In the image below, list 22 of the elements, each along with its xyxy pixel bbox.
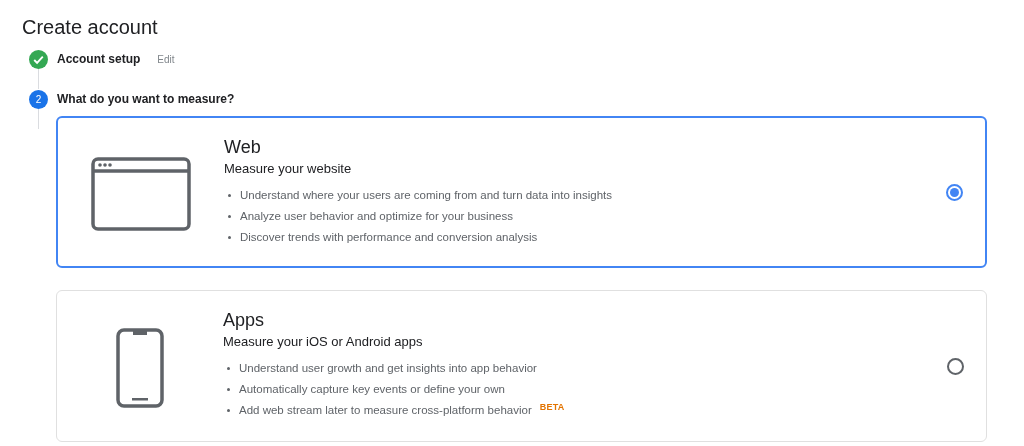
option-subtitle: Measure your iOS or Android apps bbox=[223, 333, 424, 351]
browser-window-icon bbox=[91, 157, 191, 231]
option-subtitle: Measure your website bbox=[224, 160, 353, 178]
option-title: Apps bbox=[223, 309, 266, 331]
step-label: What do you want to measure? bbox=[57, 91, 235, 108]
bullet-text: Analyze user behavior and optimize for your business bbox=[240, 209, 513, 224]
bullet-text: Automatically capture key events or define your own bbox=[239, 382, 505, 397]
bullet-text: Add web stream later to measure cross-platform behavior bbox=[239, 403, 532, 418]
beta-label: BETA bbox=[539, 401, 565, 414]
bullet-text: Discover trends with performance and conversion analysis bbox=[240, 230, 538, 245]
bullet-text: Understand user growth and get insights into app behavior bbox=[239, 361, 537, 376]
step-number: 2 bbox=[29, 89, 48, 109]
radio-button[interactable] bbox=[946, 183, 963, 201]
option-card[interactable] bbox=[56, 116, 987, 268]
option-title: Web bbox=[224, 136, 262, 158]
bullet-text: Understand where your users are coming from and turn data into insights bbox=[240, 188, 613, 203]
step-label: Account setup bbox=[57, 51, 141, 68]
check-circle-icon bbox=[29, 49, 48, 69]
edit-link[interactable]: Edit bbox=[157, 51, 175, 67]
page-title: Create account bbox=[21, 15, 159, 39]
radio-button[interactable] bbox=[947, 357, 964, 375]
phone-icon bbox=[116, 328, 164, 408]
